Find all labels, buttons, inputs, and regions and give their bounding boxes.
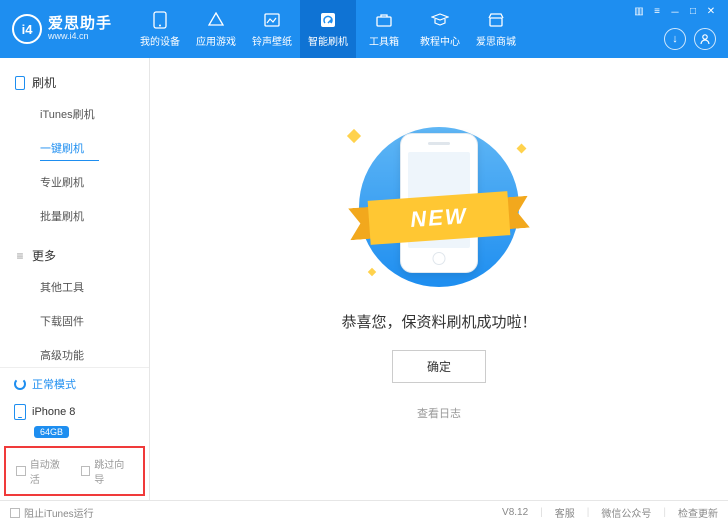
nav-flash[interactable]: 智能刷机 [300, 0, 356, 58]
sidebar-category-flash: 刷机 [0, 68, 149, 97]
checkbox-icon [10, 508, 20, 518]
skin-icon[interactable]: ▥ [632, 4, 646, 18]
device-small-icon [14, 77, 26, 89]
main-nav: 我的设备 应用游戏 铃声壁纸 智能刷机 工具箱 教程中心 [132, 0, 524, 58]
brand-logo: i4 爱思助手 www.i4.cn [0, 14, 124, 44]
options-highlight-box: 自动激活 跳过向导 [4, 446, 145, 496]
brand-name: 爱思助手 [48, 16, 112, 33]
minimize-icon[interactable]: － [668, 4, 682, 18]
menu-icon[interactable]: ≡ [650, 4, 664, 18]
nav-apps[interactable]: 应用游戏 [188, 0, 244, 58]
device-name: iPhone 8 [32, 406, 75, 418]
nav-toolbox[interactable]: 工具箱 [356, 0, 412, 58]
device-capacity-badge: 64GB [34, 422, 149, 440]
nav-label: 铃声壁纸 [252, 33, 292, 48]
more-icon: ≡ [14, 250, 26, 262]
nav-label: 爱思商城 [476, 33, 516, 48]
sidebar-item-othertools[interactable]: 其他工具 [0, 270, 149, 304]
phone-icon [151, 11, 169, 29]
separator: | [540, 507, 543, 518]
sidebar: 刷机 iTunes刷机 一键刷机 专业刷机 批量刷机 ≡ 更多 其他工具 下载固… [0, 58, 150, 500]
separator: | [663, 507, 666, 518]
ok-button[interactable]: 确定 [392, 350, 486, 383]
nav-label: 教程中心 [420, 33, 460, 48]
main-content: NEW 恭喜您，保资料刷机成功啦！ 确定 查看日志 [150, 58, 728, 500]
category-label: 刷机 [32, 74, 56, 91]
sidebar-item-itunes[interactable]: iTunes刷机 [0, 97, 149, 131]
category-label: 更多 [32, 247, 56, 264]
separator: | [587, 507, 590, 518]
service-link[interactable]: 客服 [555, 505, 575, 520]
sidebar-item-pro[interactable]: 专业刷机 [0, 165, 149, 199]
checkbox-block-itunes[interactable]: 阻止iTunes运行 [10, 505, 94, 520]
checkbox-auto-activate[interactable]: 自动激活 [16, 456, 69, 486]
nav-tutorial[interactable]: 教程中心 [412, 0, 468, 58]
close-icon[interactable]: ✕ [704, 4, 718, 18]
checkbox-label: 自动激活 [30, 456, 69, 486]
flash-icon [319, 11, 337, 29]
app-header: i4 爱思助手 www.i4.cn 我的设备 应用游戏 铃声壁纸 智能刷机 [0, 0, 728, 58]
checkbox-icon [81, 466, 91, 476]
success-message: 恭喜您，保资料刷机成功啦！ [341, 311, 536, 332]
wallpaper-icon [263, 11, 281, 29]
version-label: V8.12 [502, 507, 528, 518]
apps-icon [207, 11, 225, 29]
nav-label: 工具箱 [369, 33, 399, 48]
success-illustration: NEW [339, 117, 539, 297]
refresh-icon [14, 378, 26, 390]
connected-device[interactable]: iPhone 8 [0, 400, 149, 422]
device-mode[interactable]: 正常模式 [0, 368, 149, 400]
mode-label: 正常模式 [32, 376, 76, 392]
nav-label: 我的设备 [140, 33, 180, 48]
nav-label: 应用游戏 [196, 33, 236, 48]
tutorial-icon [431, 11, 449, 29]
checkbox-label: 跳过向导 [94, 456, 133, 486]
sidebar-item-firmware[interactable]: 下载固件 [0, 304, 149, 338]
nav-label: 智能刷机 [308, 33, 348, 48]
checkbox-label: 阻止iTunes运行 [24, 505, 94, 520]
nav-my-device[interactable]: 我的设备 [132, 0, 188, 58]
nav-store[interactable]: 爱思商城 [468, 0, 524, 58]
sidebar-item-batch[interactable]: 批量刷机 [0, 199, 149, 233]
update-link[interactable]: 检查更新 [678, 505, 718, 520]
store-icon [487, 11, 505, 29]
status-bar: 阻止iTunes运行 V8.12 | 客服 | 微信公众号 | 检查更新 [0, 500, 728, 524]
checkbox-skip-guide[interactable]: 跳过向导 [81, 456, 134, 486]
sidebar-item-oneclick[interactable]: 一键刷机 [0, 131, 149, 165]
logo-icon: i4 [12, 14, 42, 44]
toolbox-icon [375, 11, 393, 29]
sidebar-category-more: ≡ 更多 [0, 241, 149, 270]
maximize-icon[interactable]: □ [686, 4, 700, 18]
phone-small-icon [14, 404, 26, 420]
user-icon[interactable] [694, 28, 716, 50]
checkbox-icon [16, 466, 26, 476]
nav-ringtone[interactable]: 铃声壁纸 [244, 0, 300, 58]
view-log-link[interactable]: 查看日志 [417, 405, 461, 421]
sidebar-item-advanced[interactable]: 高级功能 [0, 338, 149, 367]
brand-url: www.i4.cn [48, 32, 112, 42]
download-icon[interactable]: ↓ [664, 28, 686, 50]
wechat-link[interactable]: 微信公众号 [601, 505, 651, 520]
